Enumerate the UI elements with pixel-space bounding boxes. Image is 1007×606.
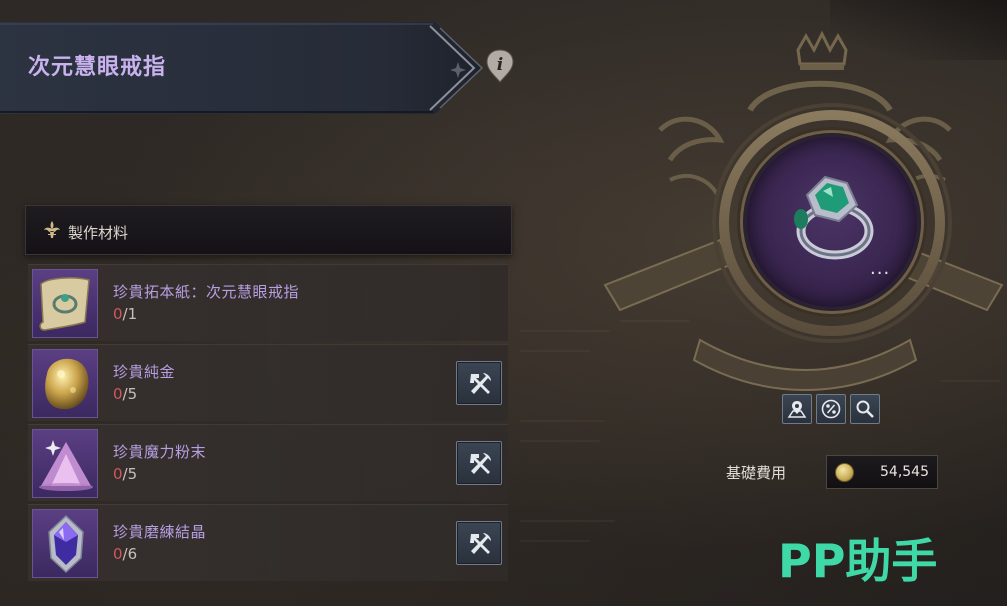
material-have: 0 [113, 305, 123, 323]
material-name: 珍貴魔力粉末 [113, 443, 207, 461]
material-name: 珍貴磨練結晶 [113, 523, 207, 541]
materials-header-label: 製作材料 [68, 224, 129, 242]
crystal-icon [32, 509, 98, 578]
crafting-screen: 次元慧眼戒指 i 製作材料 珍貴拓本紙：次元慧眼戒指 0/1 珍貴純金 0/5 … [0, 0, 1007, 606]
material-name: 珍貴拓本紙：次元慧眼戒指 [113, 283, 300, 301]
percent-icon [821, 399, 841, 419]
hammer-pickaxe-icon [470, 533, 491, 554]
material-need: /5 [122, 385, 138, 403]
craft-button[interactable] [456, 361, 502, 405]
gold-ore-icon [32, 349, 98, 418]
magnifier-icon [856, 400, 874, 418]
material-have: 0 [113, 465, 123, 483]
info-icon: i [486, 49, 514, 83]
material-have: 0 [113, 385, 123, 403]
svg-text:i: i [497, 55, 503, 75]
item-preview[interactable] [743, 133, 921, 311]
map-button[interactable] [782, 394, 812, 424]
more-icon[interactable]: ... [870, 260, 890, 278]
material-name: 珍貴純金 [113, 363, 176, 381]
craft-button[interactable] [456, 521, 502, 565]
hammer-pickaxe-icon [470, 453, 491, 474]
material-row[interactable]: 珍貴魔力粉末 0/5 [28, 424, 508, 501]
map-icon [787, 401, 807, 418]
material-row[interactable]: 珍貴磨練結晶 0/6 [28, 504, 508, 581]
hammer-pickaxe-icon [470, 373, 491, 394]
parchment-line [520, 540, 590, 542]
material-count: 0/5 [113, 385, 137, 403]
watermark-logo: PP助手 [778, 533, 978, 589]
ring-icon [794, 175, 874, 260]
materials-section-header: 製作材料 [25, 205, 512, 255]
parchment-line [520, 350, 590, 352]
base-cost-label: 基礎費用 [726, 464, 787, 482]
material-row[interactable]: 珍貴拓本紙：次元慧眼戒指 0/1 [28, 264, 508, 341]
item-title-banner: 次元慧眼戒指 [0, 22, 485, 114]
parchment-line [520, 520, 615, 522]
gold-coin-icon [835, 463, 854, 482]
material-count: 0/5 [113, 465, 137, 483]
parchment-line [520, 330, 610, 332]
item-title: 次元慧眼戒指 [28, 55, 167, 80]
magic-powder-icon [32, 429, 98, 498]
craft-button[interactable] [456, 441, 502, 485]
scroll-icon [32, 269, 98, 338]
parchment-line [520, 420, 605, 422]
material-count: 0/1 [113, 305, 137, 323]
material-need: /1 [122, 305, 138, 323]
base-cost-value: 54,545 [880, 464, 929, 480]
material-row[interactable]: 珍貴純金 0/5 [28, 344, 508, 421]
material-count: 0/6 [113, 545, 137, 563]
svg-text:PP助手: PP助手 [778, 534, 937, 588]
base-cost-box: 54,545 [826, 455, 938, 489]
parchment-line [520, 440, 600, 442]
material-need: /6 [122, 545, 138, 563]
material-have: 0 [113, 545, 123, 563]
percent-button[interactable] [816, 394, 846, 424]
info-button[interactable]: i [486, 49, 514, 83]
material-need: /5 [122, 465, 138, 483]
fleur-de-lis-icon [44, 221, 60, 238]
magnifier-button[interactable] [850, 394, 880, 424]
